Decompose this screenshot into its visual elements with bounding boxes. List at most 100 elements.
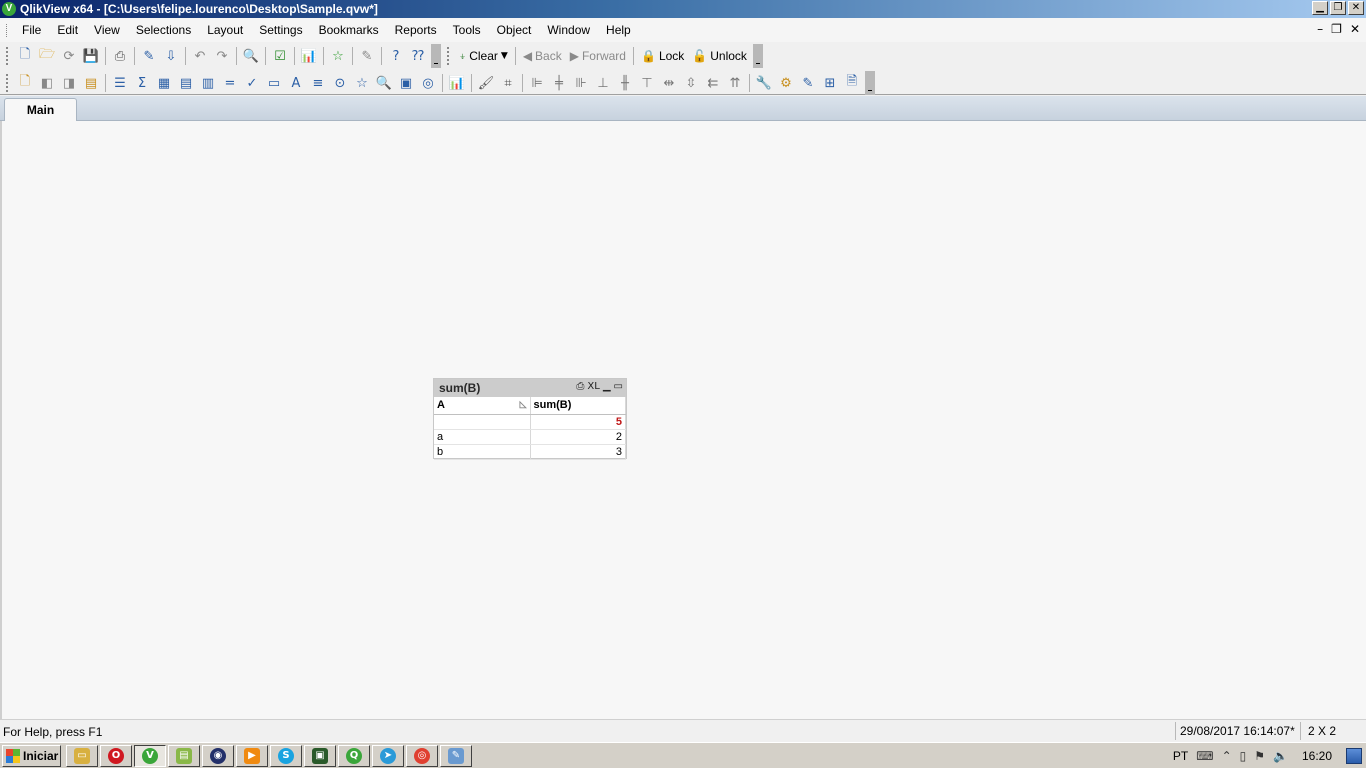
- toolbar-overflow-chevron[interactable]: [752, 44, 763, 68]
- adjust-left-icon[interactable]: ⇇: [702, 72, 724, 94]
- new-document-icon[interactable]: 🗋: [14, 45, 36, 67]
- search-object-icon[interactable]: 🔍: [373, 72, 395, 94]
- edit-icon[interactable]: ✎: [356, 45, 378, 67]
- new-chart-wizard-icon[interactable]: 📊: [446, 72, 468, 94]
- taskbar-telegram[interactable]: ➤: [372, 745, 404, 767]
- document-properties-icon[interactable]: 🔧: [753, 72, 775, 94]
- device-icon[interactable]: ▯: [1240, 749, 1247, 763]
- taskbar-terminal[interactable]: ▣: [304, 745, 336, 767]
- window-restore-button[interactable]: ❐: [1330, 1, 1346, 15]
- lock-button[interactable]: 🔒 Lock: [637, 45, 688, 67]
- space-horizontal-icon[interactable]: ⇹: [658, 72, 680, 94]
- context-help-icon[interactable]: ⁇: [407, 45, 429, 67]
- taskbar-chrome[interactable]: ◎: [406, 745, 438, 767]
- help-icon[interactable]: ?: [385, 45, 407, 67]
- demote-sheet-icon[interactable]: ◨: [58, 72, 80, 94]
- container-object-icon[interactable]: ▣: [395, 72, 417, 94]
- taskbar-qlikview[interactable]: V: [134, 745, 166, 767]
- redo-icon[interactable]: ↷: [211, 45, 233, 67]
- edit-script-icon[interactable]: ✎: [138, 45, 160, 67]
- line-arrow-object-icon[interactable]: ≡: [307, 72, 329, 94]
- straight-table-object[interactable]: sum(B) ⎙ XL ▁ ▭ A ◺ sum(B) 5 a 2 b 3: [433, 378, 627, 460]
- space-vertical-icon[interactable]: ⇳: [680, 72, 702, 94]
- column-header-a[interactable]: A ◺: [434, 397, 531, 415]
- custom-object-icon[interactable]: ◎: [417, 72, 439, 94]
- minimize-icon[interactable]: ▁: [603, 381, 611, 392]
- menu-window[interactable]: Window: [539, 18, 598, 42]
- edit-module-icon[interactable]: ✎: [797, 72, 819, 94]
- table-row[interactable]: a 2: [434, 429, 626, 445]
- menu-view[interactable]: View: [86, 18, 128, 42]
- menu-file[interactable]: File: [14, 18, 49, 42]
- taskbar-opera[interactable]: O: [100, 745, 132, 767]
- table-box-icon[interactable]: ▦: [153, 72, 175, 94]
- action-center-flag-icon[interactable]: ⚑: [1254, 749, 1265, 763]
- taskbar-file-explorer[interactable]: ▭: [66, 745, 98, 767]
- format-painter-icon[interactable]: 🖌: [475, 72, 497, 94]
- forward-button[interactable]: ▶ Forward: [566, 45, 630, 67]
- taskbar-qlik-sense[interactable]: Q: [338, 745, 370, 767]
- keyboard-icon[interactable]: ⌨: [1196, 749, 1213, 763]
- unlock-button[interactable]: 🔓 Unlock: [688, 45, 751, 67]
- document-restore-button[interactable]: ❐: [1331, 22, 1342, 36]
- language-indicator[interactable]: PT: [1173, 749, 1188, 763]
- bookmark-object-icon[interactable]: ☆: [351, 72, 373, 94]
- menu-layout[interactable]: Layout: [199, 18, 251, 42]
- taskbar-clock[interactable]: 16:20: [1296, 749, 1338, 763]
- menu-reports[interactable]: Reports: [387, 18, 445, 42]
- menu-object[interactable]: Object: [489, 18, 540, 42]
- slider-object-icon[interactable]: ⊙: [329, 72, 351, 94]
- dimension-cell[interactable]: a: [434, 429, 531, 445]
- taskbar-skype[interactable]: S: [270, 745, 302, 767]
- print-icon[interactable]: ⎙: [109, 45, 131, 67]
- sheet-properties-tool-icon[interactable]: ⚙: [775, 72, 797, 94]
- search-icon[interactable]: 🔍: [240, 45, 262, 67]
- undo-icon[interactable]: ↶: [189, 45, 211, 67]
- maximize-icon[interactable]: ▭: [614, 381, 623, 392]
- list-box-icon[interactable]: ☰: [109, 72, 131, 94]
- statistics-box-icon[interactable]: Σ: [131, 72, 153, 94]
- reload-icon[interactable]: ⟳: [58, 45, 80, 67]
- menu-help[interactable]: Help: [598, 18, 639, 42]
- menu-selections[interactable]: Selections: [128, 18, 199, 42]
- window-minimize-button[interactable]: ▁: [1312, 1, 1328, 15]
- bookmark-star-icon[interactable]: ☆: [327, 45, 349, 67]
- promote-sheet-icon[interactable]: ◧: [36, 72, 58, 94]
- menu-bookmarks[interactable]: Bookmarks: [311, 18, 387, 42]
- save-icon[interactable]: 💾: [80, 45, 102, 67]
- start-button[interactable]: Iniciar: [2, 745, 61, 767]
- menu-settings[interactable]: Settings: [251, 18, 310, 42]
- input-box-icon[interactable]: =: [219, 72, 241, 94]
- toolbar-overflow-chevron[interactable]: [865, 71, 875, 95]
- snap-grid-icon[interactable]: ⌗: [497, 72, 519, 94]
- chart-icon[interactable]: ▥: [197, 72, 219, 94]
- clear-button[interactable]: ⍖ Clear ▼: [455, 45, 512, 67]
- button-object-icon[interactable]: ▭: [263, 72, 285, 94]
- quick-chart-icon[interactable]: 📊: [298, 45, 320, 67]
- text-object-icon[interactable]: A: [285, 72, 307, 94]
- show-hidden-icons-icon[interactable]: ⌃: [1222, 749, 1232, 763]
- column-header-sum-b[interactable]: sum(B): [530, 397, 626, 415]
- table-row[interactable]: b 3: [434, 444, 626, 460]
- document-close-button[interactable]: ✕: [1350, 22, 1360, 36]
- align-bottom-icon[interactable]: ⊥: [592, 72, 614, 94]
- taskbar-security-app[interactable]: ◉: [202, 745, 234, 767]
- align-center-icon[interactable]: ╪: [548, 72, 570, 94]
- add-sheet-icon[interactable]: 🗋: [14, 72, 36, 94]
- align-middle-icon[interactable]: ╫: [614, 72, 636, 94]
- table-viewer-icon[interactable]: ⊞: [819, 72, 841, 94]
- align-left-icon[interactable]: ⊫: [526, 72, 548, 94]
- print-icon[interactable]: ⎙: [576, 381, 584, 392]
- send-to-excel-icon[interactable]: XL: [587, 381, 599, 392]
- current-selections-icon[interactable]: ☑: [269, 45, 291, 67]
- taskbar-explorer-folders[interactable]: ▤: [168, 745, 200, 767]
- back-button[interactable]: ◀ Back: [519, 45, 566, 67]
- adjust-top-icon[interactable]: ⇈: [724, 72, 746, 94]
- tab-main[interactable]: Main: [4, 98, 77, 122]
- show-desktop-icon[interactable]: [1346, 748, 1362, 764]
- toolbar-overflow-chevron[interactable]: [431, 44, 441, 68]
- volume-icon[interactable]: 🔈: [1273, 749, 1288, 763]
- current-selections-box-icon[interactable]: ✓: [241, 72, 263, 94]
- dimension-cell[interactable]: b: [434, 444, 531, 460]
- chevron-down-icon[interactable]: ▼: [501, 51, 508, 61]
